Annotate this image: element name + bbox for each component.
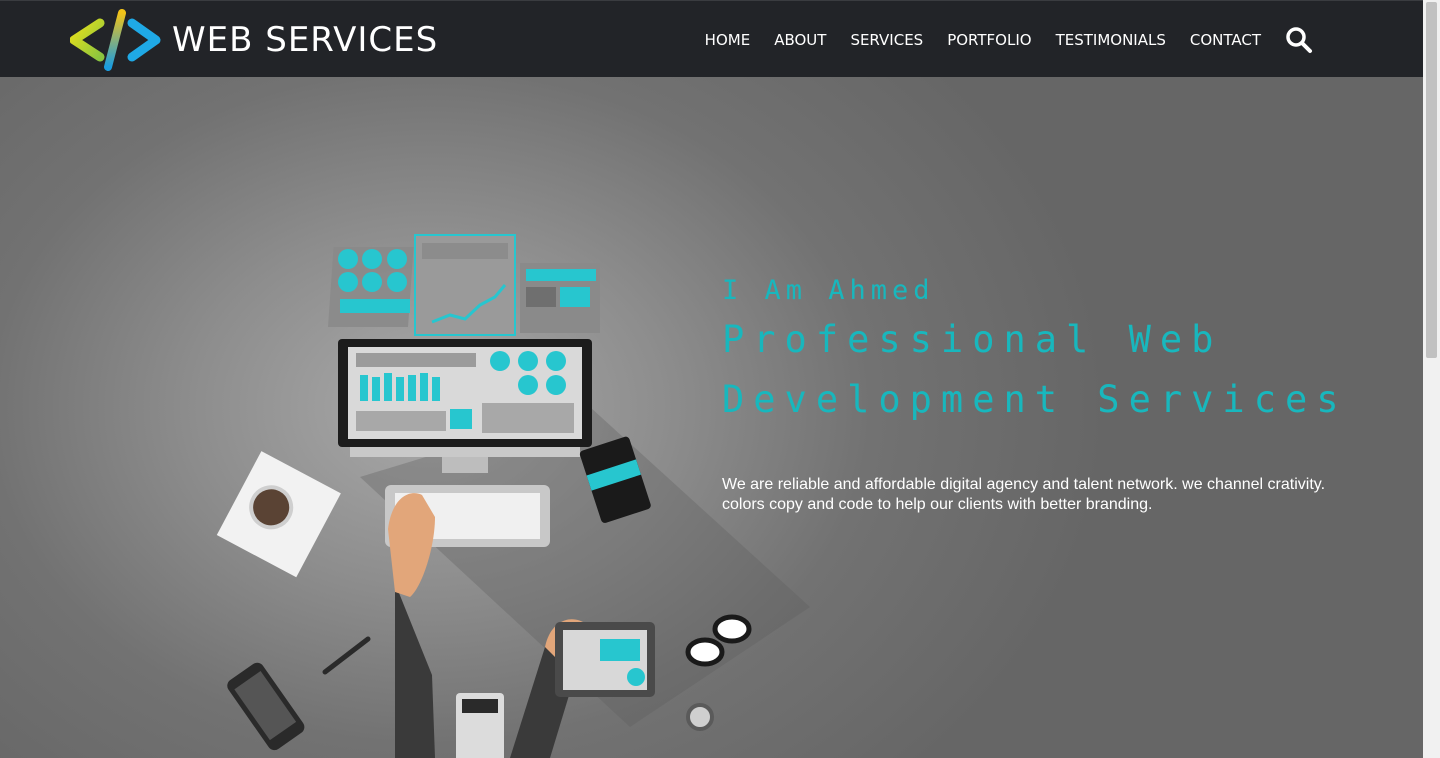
hero-text: I Am Ahmed Professional Web Development … — [722, 275, 1362, 515]
smartphone — [227, 662, 305, 751]
main-nav: HOME ABOUT SERVICES PORTFOLIO TESTIMONIA… — [681, 1, 1313, 78]
logo[interactable]: WEB SERVICES — [70, 9, 438, 71]
nav-home[interactable]: HOME — [705, 31, 751, 49]
nav-about[interactable]: ABOUT — [774, 31, 826, 49]
logo-text: WEB SERVICES — [172, 20, 439, 60]
tablet — [555, 622, 655, 697]
navbar: WEB SERVICES HOME ABOUT SERVICES PORTFOL… — [0, 0, 1423, 77]
headline-line-1: Professional Web — [722, 318, 1223, 361]
scrollbar-thumb[interactable] — [1426, 2, 1437, 358]
nav-services[interactable]: SERVICES — [850, 31, 923, 49]
nav-testimonials[interactable]: TESTIMONIALS — [1056, 31, 1166, 49]
nav-portfolio[interactable]: PORTFOLIO — [947, 31, 1031, 49]
watch — [686, 703, 714, 731]
workspace-illustration — [216, 234, 810, 758]
headline-line-2: Development Services — [722, 378, 1348, 421]
monitor — [338, 339, 592, 473]
pen — [322, 636, 371, 675]
hero-headline: Professional Web Development Services — [722, 310, 1362, 430]
hero-section: I Am Ahmed Professional Web Development … — [0, 77, 1423, 758]
search-icon[interactable] — [1285, 26, 1313, 54]
scrollbar[interactable] — [1423, 0, 1440, 758]
code-brackets-icon — [70, 9, 161, 71]
paper-with-coffee — [216, 451, 341, 578]
floating-chart-panels — [328, 234, 600, 336]
hero-intro: I Am Ahmed — [722, 275, 935, 306]
hero-description: We are reliable and affordable digital a… — [722, 476, 1326, 513]
calculator — [456, 693, 504, 758]
nav-contact[interactable]: CONTACT — [1190, 31, 1261, 49]
